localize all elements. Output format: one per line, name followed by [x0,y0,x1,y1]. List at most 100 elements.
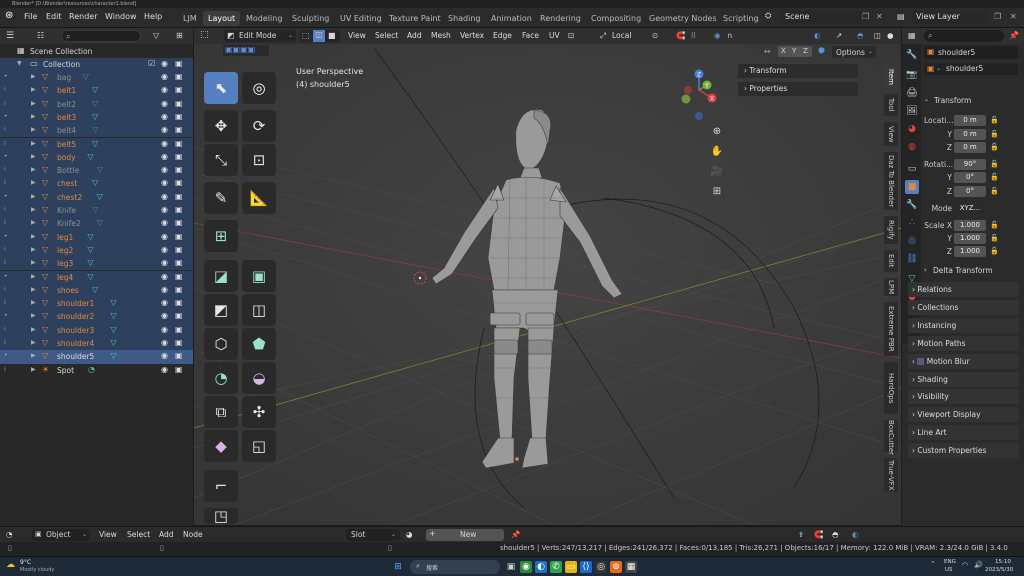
eye-icon[interactable]: ◉ [161,178,168,187]
outliner-row-bottle[interactable]: ⁞ ▶ ▽ Bottle ▽ ◉ ▣ [0,164,193,178]
chevron-right-icon[interactable]: ▶ [31,326,36,333]
new-material-button[interactable]: + New [426,529,504,541]
inset-tool[interactable]: ▣ [242,260,276,292]
camera-icon[interactable]: ▣ [175,165,183,174]
chevron-right-icon[interactable]: ▶ [31,312,36,319]
location-z-field[interactable]: 0 m [954,142,986,153]
boxcutter-tool[interactable]: ◳ [204,507,238,525]
mesh-data-icon[interactable]: ▽ [110,338,116,347]
section-shading[interactable]: › Shading [908,371,1019,387]
section-collections[interactable]: › Collections [908,299,1019,315]
scale-x-field[interactable]: 1.000 [954,220,986,231]
mesh-data-icon[interactable]: ▽ [87,232,93,241]
eye-icon[interactable]: ◉ [161,218,168,227]
mesh-data-icon[interactable]: ▽ [97,192,103,201]
mirror-icon[interactable]: ⇿ [764,47,771,56]
workspace-tab-uv-editing[interactable]: UV Editing [335,11,387,26]
vertex-select-icon[interactable]: ⬚ [302,31,310,40]
mesh-data-icon[interactable]: ▽ [92,139,98,148]
taskbar-search[interactable]: ⌕ 搜索 [410,560,500,574]
location-y-field[interactable]: 0 m [954,129,986,140]
eye-icon[interactable]: ◉ [161,325,168,334]
filter-icon[interactable]: ▽ [153,31,159,40]
camera-icon[interactable]: ▣ [175,232,183,241]
workspace-tab-sculpting[interactable]: Sculpting [287,11,334,26]
vscode-icon[interactable]: ⟨⟩ [580,561,592,573]
pin-icon[interactable]: 📌 [1009,31,1019,40]
measure-tool[interactable]: 📐 [242,182,276,214]
app-icon[interactable]: ▦ [625,561,637,573]
camera-icon[interactable]: ▣ [175,178,183,187]
camera-view-icon[interactable]: 🎥 [710,165,724,179]
chevron-right-icon[interactable]: ▶ [31,352,36,359]
sidebar-tab-view[interactable]: View [884,122,898,146]
extrude-tool[interactable]: ◪ [204,260,238,292]
view-layer-close-icon[interactable]: ✕ [1010,12,1017,21]
scene-copy-icon[interactable]: ❐ [862,12,869,21]
section-relations[interactable]: › Relations [908,282,1019,297]
rotation-y-field[interactable]: 0° [954,172,986,183]
mode-selector[interactable]: ◩ Edit Mode ⌄ [224,30,296,42]
section-visibility[interactable]: › Visibility [908,389,1019,405]
chevron-down-icon[interactable]: ▼ [17,60,22,67]
rotation-mode-select[interactable]: XYZ... [954,203,986,214]
camera-icon[interactable]: ▣ [175,125,183,134]
camera-icon[interactable]: ▣ [175,311,183,320]
add-cube-tool[interactable]: ⊞ [204,220,238,252]
physics-tab-icon[interactable]: ◎ [905,234,919,248]
shading-toggle-icon[interactable]: ◐ [852,530,859,539]
eye-icon[interactable]: ◉ [161,338,168,347]
spin-tool[interactable]: ◔ [204,362,238,394]
camera-icon[interactable]: ▣ [175,72,183,81]
sidebar-tab-boxcutter[interactable]: BoxCutter [884,420,898,455]
outliner-row-belt2[interactable]: ⁞ ▶ ▽ belt2 ▽ ◉ ▣ [0,97,193,111]
section-motion-paths[interactable]: › Motion Paths [908,335,1019,351]
scene-collection-row[interactable]: ▦ Scene Collection [0,45,193,58]
chevron-right-icon[interactable]: ▶ [31,193,36,200]
knife-tool[interactable]: ⬡ [204,328,238,360]
collection-row[interactable]: ▼ ▭ Collection ☑ ◉ ▣ [0,58,193,71]
camera-icon[interactable]: ▣ [175,245,183,254]
navigation-gizmo[interactable]: Z X Y [674,68,724,120]
chevron-right-icon[interactable]: ▶ [31,113,36,120]
exclude-checkbox-icon[interactable]: ☑ [148,59,155,68]
snap-icon[interactable]: 🧲 [676,31,685,40]
outliner-row-belt4[interactable]: ⁞ ▶ ▽ belt4 ▽ ◉ ▣ [0,124,193,138]
outliner-row-shoulder3[interactable]: ⁞ ▶ ▽ shoulder3 ▽ ◉ ▣ [0,323,193,337]
camera-icon[interactable]: ▣ [175,205,183,214]
chevron-right-icon[interactable]: ▶ [31,259,36,266]
view-layer-field[interactable]: View Layer [912,11,988,24]
camera-icon[interactable]: ▣ [175,325,183,334]
sidebar-tab-lpm[interactable]: LPM [884,278,898,296]
pivot-icon[interactable]: ⊙ [652,31,658,40]
scene-tab-icon[interactable]: ◕ [905,122,919,136]
eye-icon[interactable]: ◉ [161,99,168,108]
output-tab-icon[interactable]: 🖨 [905,86,919,100]
outliner-row-shoulder1[interactable]: ⁞ ▶ ▽ shoulder1 ▽ ◉ ▣ [0,297,193,311]
select-new-icon[interactable]: ▣▣▣▣ [225,45,255,54]
move-tool[interactable]: ✥ [204,110,238,142]
camera-icon[interactable]: ▣ [175,365,183,374]
workspace-tab-modeling[interactable]: Modeling [241,11,287,26]
snap-target-icon[interactable]: ⁝⁝ [691,31,696,40]
viewport-menu-select[interactable]: Select [375,31,398,40]
location-x-field[interactable]: 0 m [954,115,986,126]
mesh-data-icon[interactable]: ▽ [110,351,116,360]
chevron-right-icon[interactable]: ▶ [31,206,36,213]
outliner-row-leg3[interactable]: ⁞ ▶ ▽ leg3 ▽ ◉ ▣ [0,257,193,271]
eye-icon[interactable]: ◉ [161,59,168,68]
outliner-row-belt5[interactable]: ⁞ ▶ ▽ belt5 ▽ ◉ ▣ [0,137,193,151]
scale-z-field[interactable]: 1.000 [954,246,986,257]
eye-icon[interactable]: ◉ [161,258,168,267]
hardops-tool[interactable]: ⌐ [204,470,238,502]
bevel-tool[interactable]: ◩ [204,294,238,326]
menu-view[interactable]: View [99,530,117,539]
mesh-data-icon[interactable]: ▽ [87,258,93,267]
viewport-menu-view[interactable]: View [348,31,366,40]
menu-node[interactable]: Node [183,530,203,539]
wechat-icon[interactable]: ✆ [550,561,562,573]
chevron-right-icon[interactable]: ▶ [31,153,36,160]
section-instancing[interactable]: › Instancing [908,317,1019,333]
camera-icon[interactable]: ▣ [175,298,183,307]
sidebar-tab-hardops[interactable]: HardOps [884,362,898,414]
